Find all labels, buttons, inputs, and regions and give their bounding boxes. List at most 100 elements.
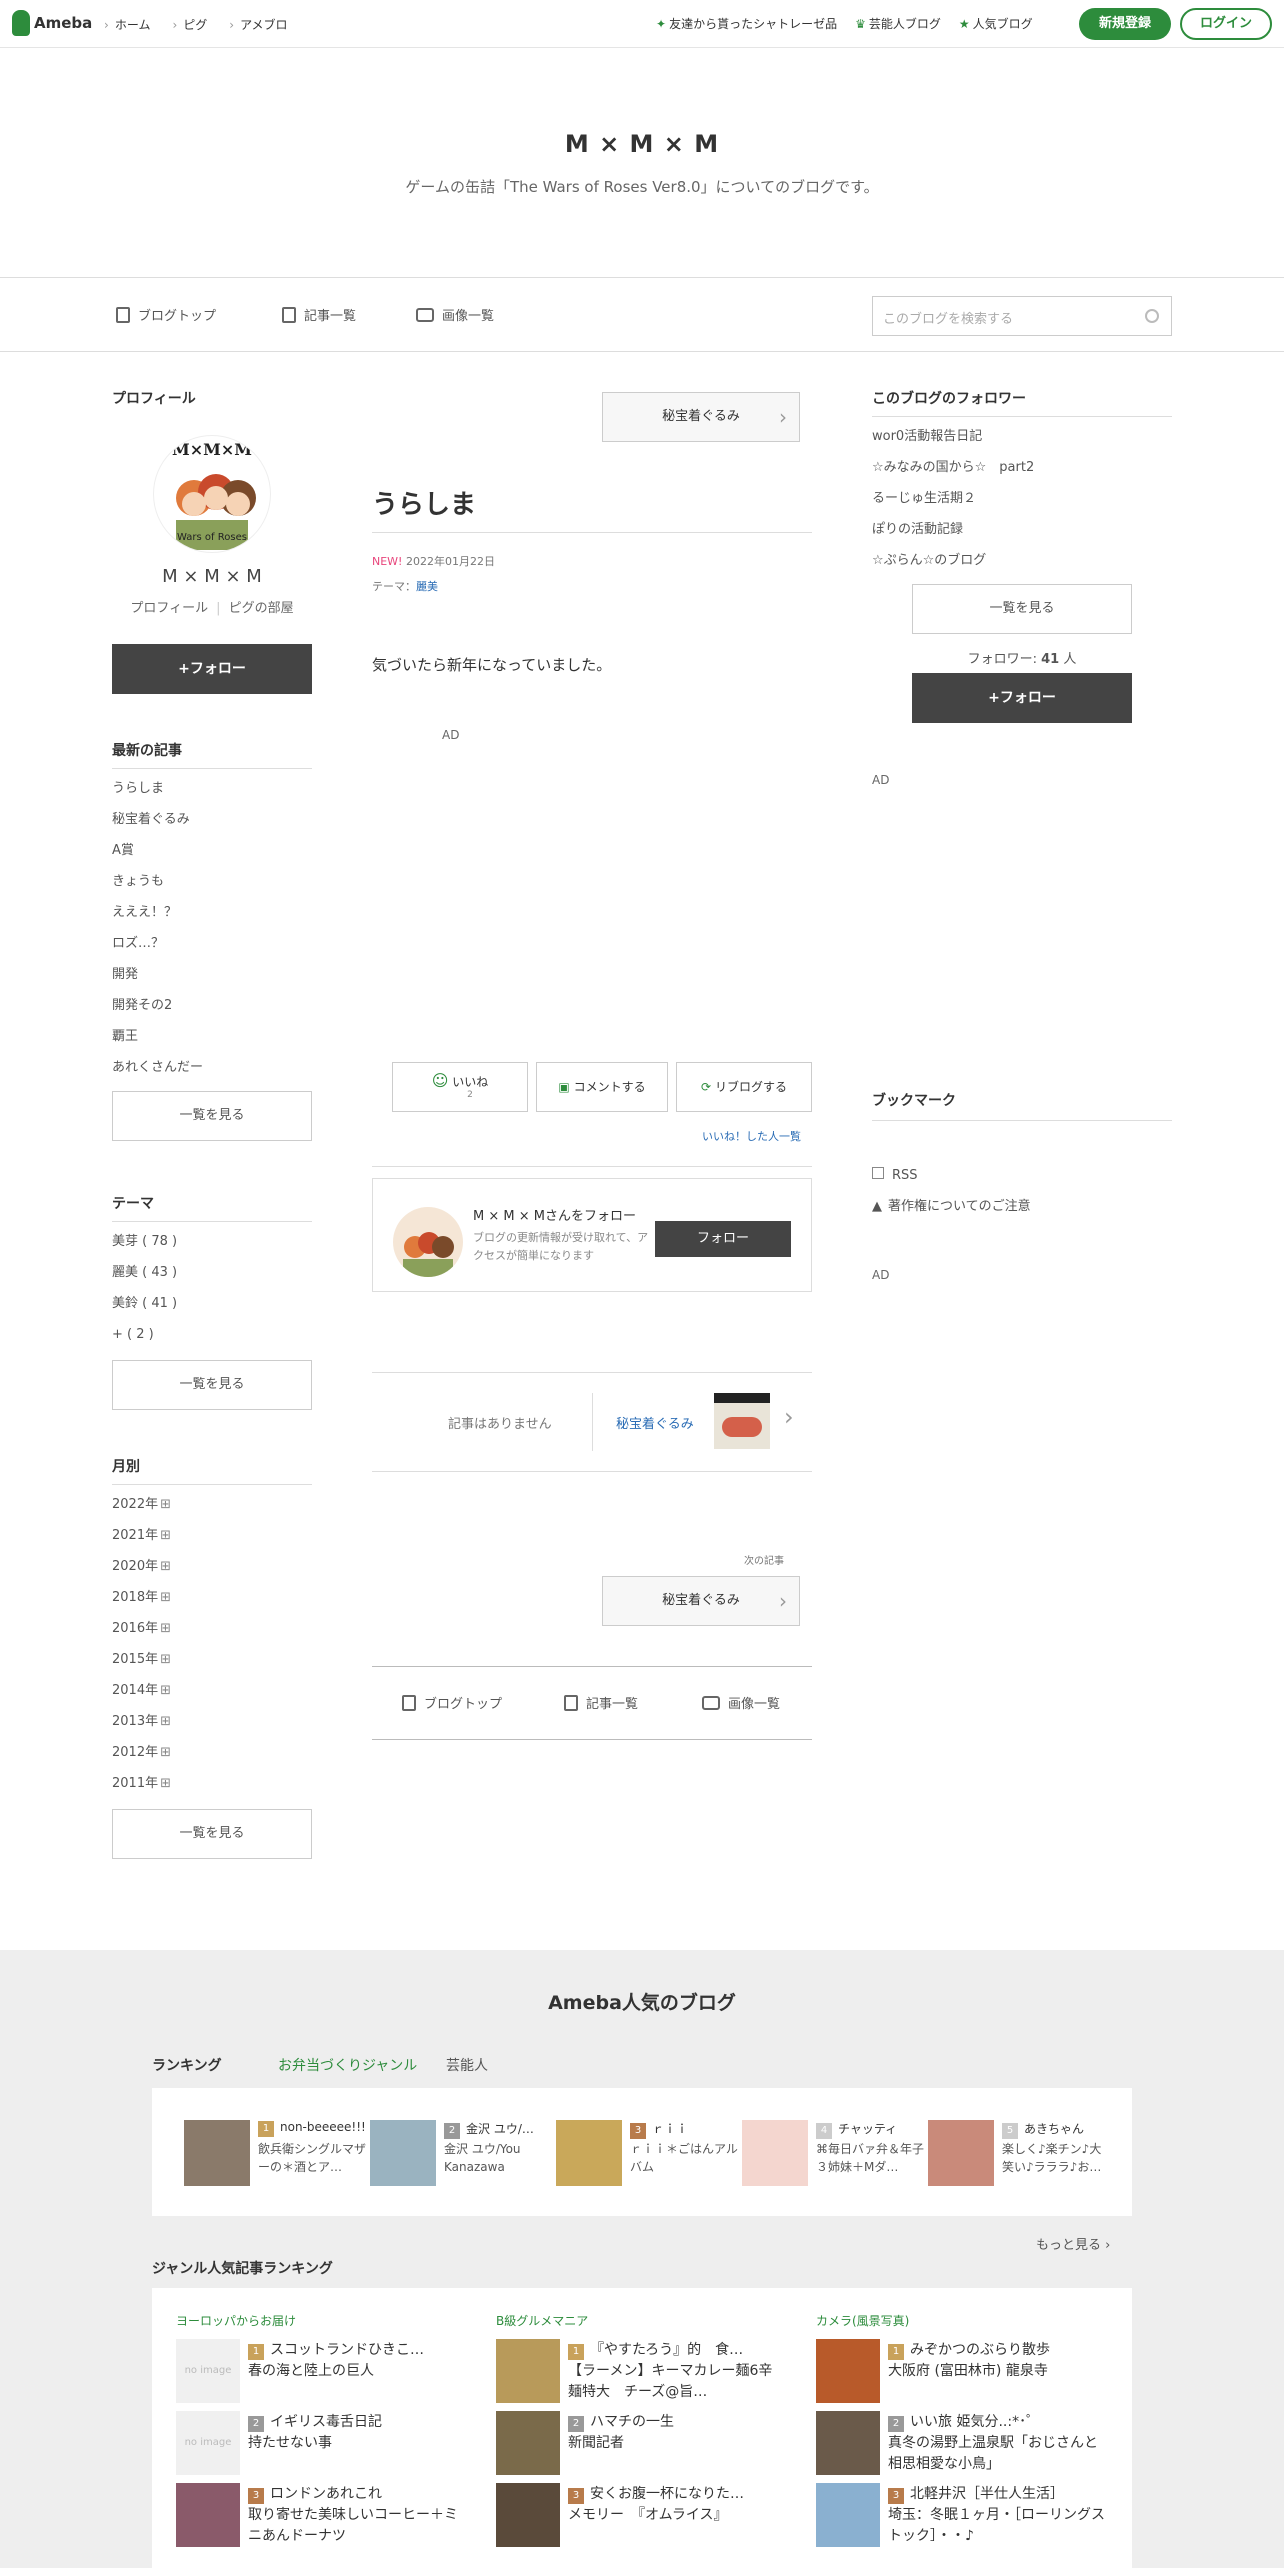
nav-blog-top[interactable]: ブログトップ xyxy=(402,1693,502,1712)
liked-list-link[interactable]: いいね！した人一覧 xyxy=(702,1128,801,1144)
list-item[interactable]: 2021年 ⊞ xyxy=(112,1520,312,1551)
expand-icon[interactable]: ⊞ xyxy=(160,1714,171,1729)
link-trending[interactable]: ✦ 友達から貰ったシャトレーゼ品 xyxy=(656,15,837,32)
genre-title[interactable]: カメラ(風景写真) xyxy=(816,2312,1116,2329)
profile-link[interactable]: プロフィール xyxy=(130,601,208,616)
list-item[interactable]: A賞 xyxy=(112,835,312,866)
ranking-item[interactable]: 4 チャッティ ⌘毎日バァ弁＆年子３姉妹＋Mダ… xyxy=(742,2120,924,2186)
expand-icon[interactable]: ⊞ xyxy=(160,1745,171,1760)
expand-icon[interactable]: ⊞ xyxy=(160,1776,171,1791)
follow-card-button[interactable]: フォロー xyxy=(655,1221,791,1257)
next-article-button[interactable]: 秘宝着ぐるみ › xyxy=(602,1576,800,1626)
list-item[interactable]: wor0活動報告日記 xyxy=(872,421,1172,452)
expand-icon[interactable]: ⊞ xyxy=(160,1497,171,1512)
list-item[interactable]: no image 1 スコットランドひきこ… 春の海と陸上の巨人 xyxy=(176,2339,476,2411)
nav-article-list[interactable]: 記事一覧 xyxy=(564,1693,638,1712)
nav-article-list[interactable]: 記事一覧 xyxy=(282,305,356,324)
list-item[interactable]: 開発その2 xyxy=(112,990,312,1021)
list-item[interactable]: 2 いい旅 姫気分..:*･゜ 真冬の湯野上温泉駅「おじさんと相思相愛な小鳥」 xyxy=(816,2411,1116,2483)
next-article-link[interactable]: 秘宝着ぐるみ xyxy=(616,1413,694,1432)
list-item[interactable]: 2020年 ⊞ xyxy=(112,1551,312,1582)
list-item[interactable]: 美鈴 ( 41 ) xyxy=(112,1288,312,1319)
more-link[interactable]: もっと見る › xyxy=(1036,2234,1110,2253)
list-item[interactable]: 2014年 ⊞ xyxy=(112,1675,312,1706)
list-item[interactable]: 2 ハマチの一生 新聞記者 xyxy=(496,2411,796,2483)
list-item[interactable]: 2013年 ⊞ xyxy=(112,1706,312,1737)
expand-icon[interactable]: ⊞ xyxy=(160,1621,171,1636)
ranking-item[interactable]: 5 あきちゃん 楽しく♪楽チン♪大笑い♪ラララ♪お… xyxy=(928,2120,1108,2186)
list-item[interactable]: 2022年 ⊞ xyxy=(112,1489,312,1520)
list-item[interactable]: ロズ…？ xyxy=(112,928,312,959)
ranking-item[interactable]: 2 金沢 ユウ/… 金沢 ユウ/You Kanazawa xyxy=(370,2120,550,2186)
register-button[interactable]: 新規登録 xyxy=(1079,8,1171,40)
expand-icon[interactable]: ⊞ xyxy=(160,1652,171,1667)
nav-pig[interactable]: ピグ xyxy=(172,16,207,33)
expand-icon[interactable]: ⊞ xyxy=(160,1590,171,1605)
article-title[interactable]: うらしま xyxy=(372,484,476,521)
prev-article-button[interactable]: 秘宝着ぐるみ › xyxy=(602,392,800,442)
next-article-thumbnail[interactable] xyxy=(714,1393,770,1449)
list-item[interactable]: 2012年 ⊞ xyxy=(112,1737,312,1768)
follow-button-right[interactable]: +フォロー xyxy=(912,673,1132,723)
list-item[interactable]: 秘宝着ぐるみ xyxy=(112,804,312,835)
list-item[interactable]: うらしま xyxy=(112,773,312,804)
theme-link[interactable]: 麗美 xyxy=(416,580,438,593)
ranking-item[interactable]: 1 non-beeeee!!! 飲兵衛シングルマザーの＊酒とア… xyxy=(184,2120,366,2186)
list-item[interactable]: 2018年 ⊞ xyxy=(112,1582,312,1613)
list-item[interactable]: + ( 2 ) xyxy=(112,1319,312,1350)
comment-button[interactable]: ▣ コメントする xyxy=(536,1062,668,1112)
login-button[interactable]: ログイン xyxy=(1180,8,1272,40)
list-item[interactable]: きょうも xyxy=(112,866,312,897)
search-icon[interactable] xyxy=(1145,309,1159,323)
copyright-link[interactable]: ▲ 著作権についてのご注意 xyxy=(872,1195,1172,1214)
pig-room-link[interactable]: ピグの部屋 xyxy=(229,601,294,616)
list-item[interactable]: 開発 xyxy=(112,959,312,990)
list-item[interactable]: no image 2 イギリス毒舌日記 持たせない事 xyxy=(176,2411,476,2483)
profile-avatar[interactable]: M×M×M Wars of Roses xyxy=(154,436,270,552)
nav-image-list[interactable]: 画像一覧 xyxy=(702,1693,780,1712)
list-item[interactable]: 1 みぞかつのぶらり散歩 大阪府 (富田林市) 龍泉寺 xyxy=(816,2339,1116,2411)
profile-name[interactable]: M × M × M xyxy=(112,566,312,587)
nav-home[interactable]: ホーム xyxy=(104,16,151,33)
expand-icon[interactable]: ⊞ xyxy=(160,1528,171,1543)
nav-ameblo[interactable]: アメブロ xyxy=(229,16,287,33)
chevron-right-icon[interactable]: › xyxy=(784,1403,794,1431)
list-item[interactable]: 覇王 xyxy=(112,1021,312,1052)
blog-search-input[interactable]: このブログを検索する xyxy=(872,296,1172,336)
like-button[interactable]: ☺ いいね 2 xyxy=(392,1062,528,1112)
expand-icon[interactable]: ⊞ xyxy=(160,1559,171,1574)
link-celebrity[interactable]: ♛ 芸能人ブログ xyxy=(855,15,941,32)
list-item[interactable]: るーじゅ生活期２ xyxy=(872,483,1172,514)
nav-image-list[interactable]: 画像一覧 xyxy=(416,305,494,324)
theme-more-button[interactable]: 一覧を見る xyxy=(112,1360,312,1410)
list-item[interactable]: 2016年 ⊞ xyxy=(112,1613,312,1644)
month-more-button[interactable]: 一覧を見る xyxy=(112,1809,312,1859)
link-popular[interactable]: ★ 人気ブログ xyxy=(959,15,1033,32)
reblog-button[interactable]: ⟳ リブログする xyxy=(676,1062,812,1112)
list-item[interactable]: ぽりの活動記録 xyxy=(872,514,1172,545)
genre-title[interactable]: ヨーロッパからお届け xyxy=(176,2312,476,2329)
followers-more-button[interactable]: 一覧を見る xyxy=(912,584,1132,634)
tab-celebrity[interactable]: 芸能人 xyxy=(446,2055,488,2075)
list-item[interactable]: 3 ロンドンあれこれ 取り寄せた美味しいコーヒー＋ミニあんドーナツ xyxy=(176,2483,476,2555)
tab-bento[interactable]: お弁当づくりジャンル xyxy=(278,2055,417,2075)
list-item[interactable]: 1 『やすたろう』的 食… 【ラーメン】キーマカレー麺6辛 麺特大 チーズ@旨… xyxy=(496,2339,796,2411)
genre-title[interactable]: B級グルメマニア xyxy=(496,2312,796,2329)
ranking-item[interactable]: 3 ｒｉｉ ｒｉｉ＊ごはんアルバム xyxy=(556,2120,738,2186)
list-item[interactable]: あれくさんだー xyxy=(112,1052,312,1083)
list-item[interactable]: 2015年 ⊞ xyxy=(112,1644,312,1675)
list-item[interactable]: 2011年 ⊞ xyxy=(112,1768,312,1799)
blog-title[interactable]: M × M × M xyxy=(0,130,1284,158)
list-item[interactable]: 3 北軽井沢［半仕人生活］ 埼玉：冬眠１ヶ月・［ローリングストック］・・♪ xyxy=(816,2483,1116,2555)
list-item[interactable]: ☆みなみの国から☆ part2 xyxy=(872,452,1172,483)
list-item[interactable]: ☆ぷらん☆のブログ xyxy=(872,545,1172,576)
ameba-logo[interactable]: Ameba xyxy=(12,10,92,36)
expand-icon[interactable]: ⊞ xyxy=(160,1683,171,1698)
nav-blog-top[interactable]: ブログトップ xyxy=(116,305,216,324)
list-item[interactable]: 3 安くお腹一杯になりた… メモリー 『オムライス』 xyxy=(496,2483,796,2555)
list-item[interactable]: えええ！？ xyxy=(112,897,312,928)
list-item[interactable]: 麗美 ( 43 ) xyxy=(112,1257,312,1288)
recent-more-button[interactable]: 一覧を見る xyxy=(112,1091,312,1141)
follow-button[interactable]: +フォロー xyxy=(112,644,312,694)
list-item[interactable]: 美芽 ( 78 ) xyxy=(112,1226,312,1257)
